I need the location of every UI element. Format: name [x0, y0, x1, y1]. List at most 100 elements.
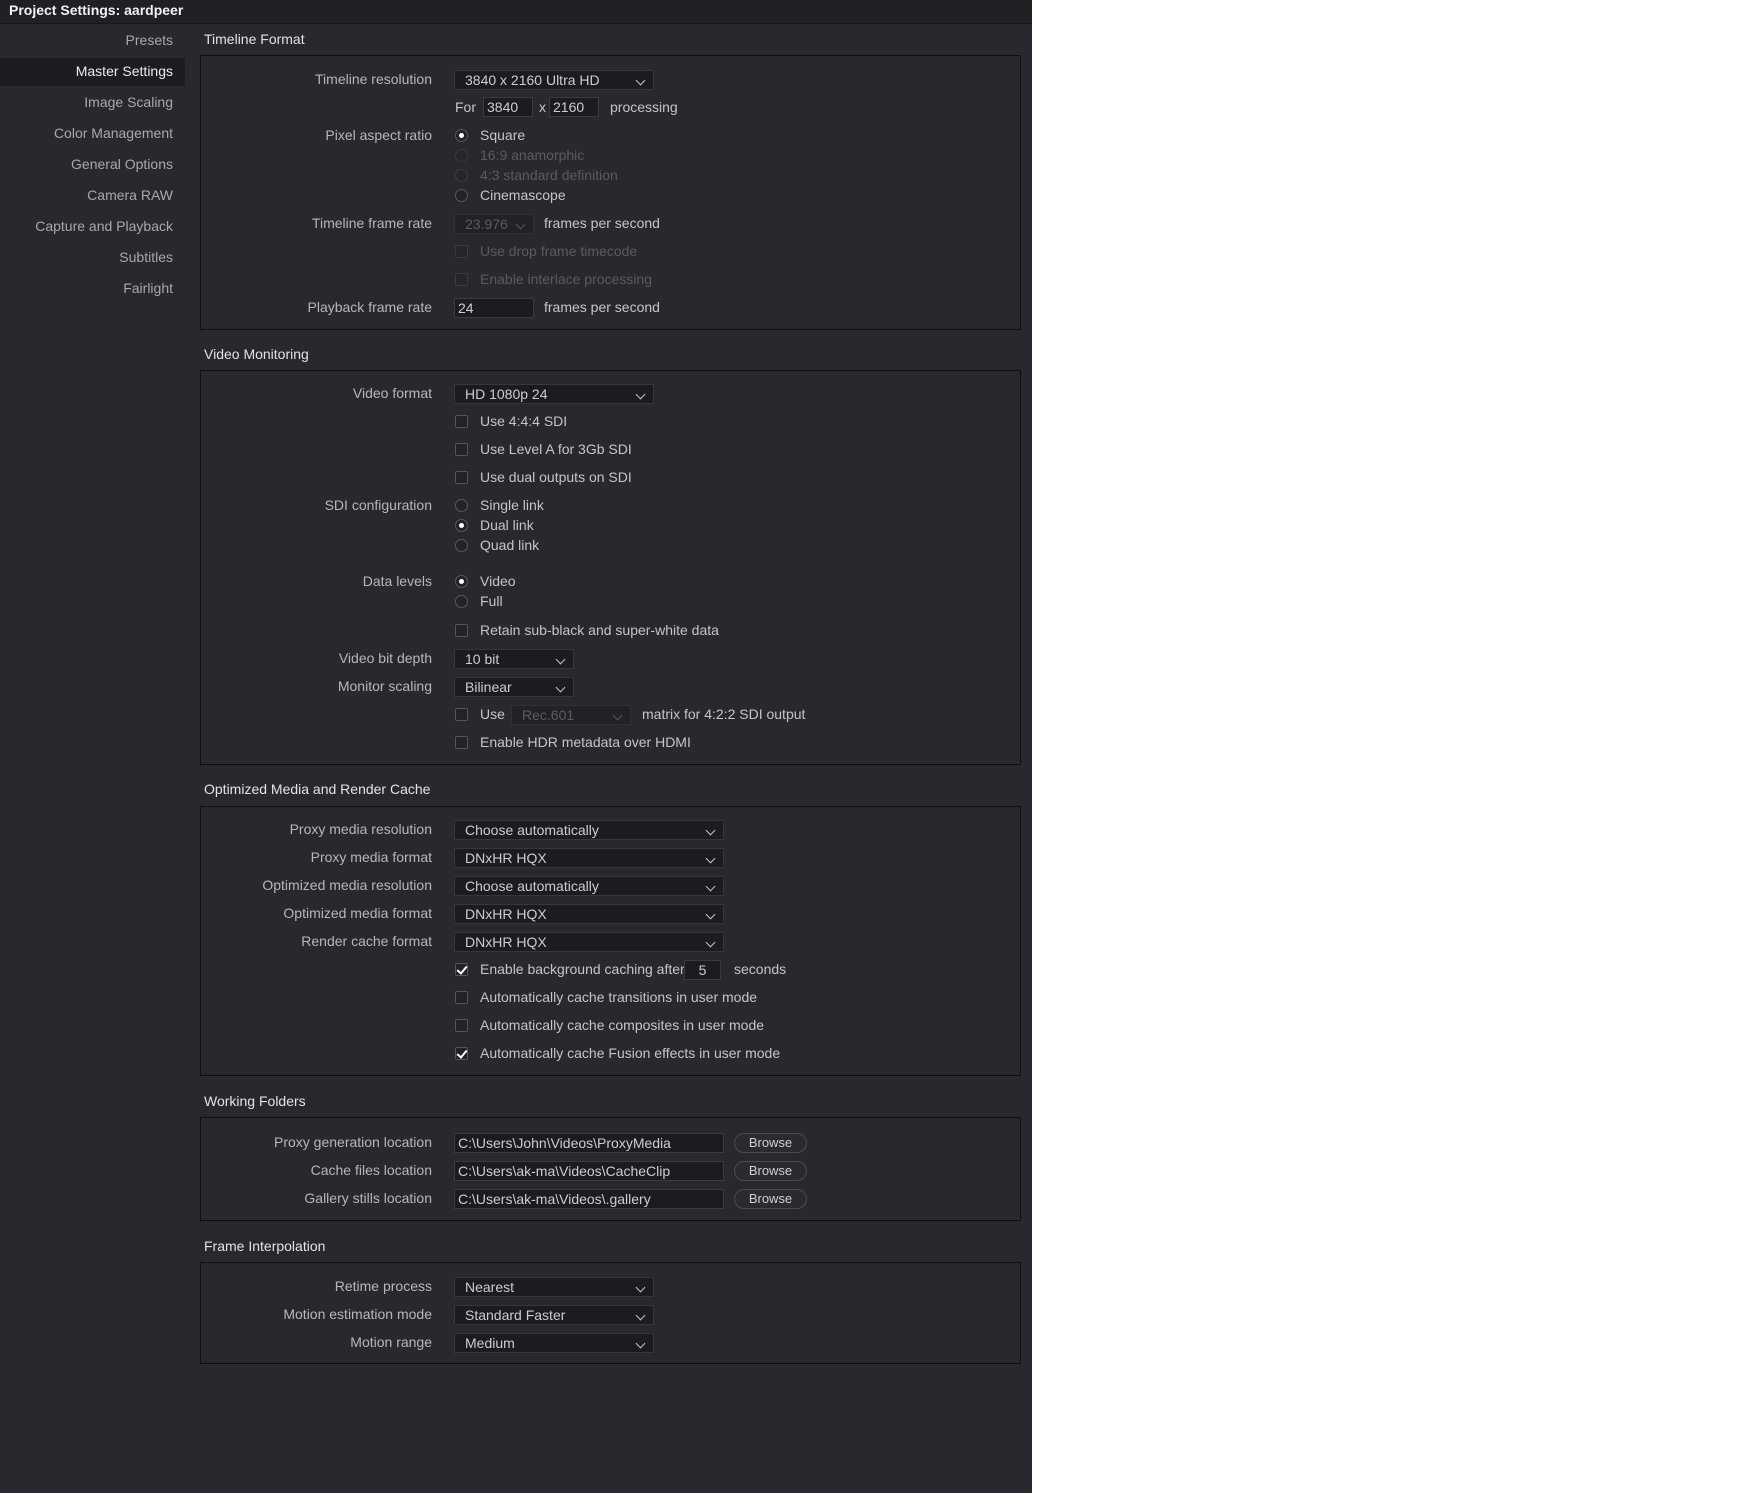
- sidebar-item-master-settings[interactable]: Master Settings: [76, 63, 173, 79]
- sidebar-item-presets[interactable]: Presets: [126, 32, 173, 48]
- dual-outputs-checkbox[interactable]: [455, 471, 468, 484]
- resolution-height-input[interactable]: 2160: [549, 97, 599, 117]
- chevron-down-icon: [705, 853, 716, 864]
- render-cache-format-dropdown[interactable]: DNxHR HQX: [454, 932, 724, 952]
- sidebar-item-capture-and-playback[interactable]: Capture and Playback: [35, 218, 173, 234]
- chevron-down-icon: [635, 389, 646, 400]
- chevron-down-icon: [515, 219, 526, 230]
- cache-transitions-checkbox[interactable]: [455, 991, 468, 1004]
- use-444-sdi-checkbox[interactable]: [455, 415, 468, 428]
- chevron-down-icon: [705, 909, 716, 920]
- timeline-format-group: Timeline resolution 3840 x 2160 Ultra HD…: [200, 55, 1021, 330]
- pixel-aspect-sd-radio[interactable]: [455, 169, 468, 182]
- frame-interpolation-group: Retime process Nearest Motion estimation…: [200, 1262, 1021, 1364]
- cache-files-location-input[interactable]: C:\Users\ak-ma\Videos\CacheClip: [454, 1161, 724, 1181]
- title-bar: Project Settings: aardpeer: [0, 0, 1032, 24]
- use-level-a-checkbox[interactable]: [455, 443, 468, 456]
- cache-files-location-label: Cache files location: [310, 1162, 432, 1178]
- interlace-label: Enable interlace processing: [480, 271, 652, 287]
- video-bit-depth-value: 10 bit: [465, 651, 500, 667]
- processing-label: processing: [610, 99, 678, 115]
- proxy-location-browse-button[interactable]: Browse: [734, 1133, 807, 1153]
- sdi-quad-link-radio[interactable]: [455, 539, 468, 552]
- retain-super-white-label: Retain sub-black and super-white data: [480, 622, 719, 638]
- gallery-location-browse-button[interactable]: Browse: [734, 1189, 807, 1209]
- monitor-scaling-dropdown[interactable]: Bilinear: [454, 677, 574, 697]
- interlace-checkbox[interactable]: [455, 273, 468, 286]
- timeline-resolution-dropdown[interactable]: 3840 x 2160 Ultra HD: [454, 70, 654, 90]
- retain-super-white-checkbox[interactable]: [455, 624, 468, 637]
- cache-fusion-checkbox[interactable]: [455, 1047, 468, 1060]
- use-444-sdi-label: Use 4:4:4 SDI: [480, 413, 568, 429]
- chevron-down-icon: [705, 937, 716, 948]
- pixel-aspect-anamorphic-label: 16:9 anamorphic: [480, 147, 585, 163]
- gallery-stills-location-input[interactable]: C:\Users\ak-ma\Videos\.gallery: [454, 1189, 724, 1209]
- pixel-aspect-cinemascope-label: Cinemascope: [480, 187, 566, 203]
- retime-process-dropdown[interactable]: Nearest: [454, 1277, 654, 1297]
- sidebar-item-subtitles[interactable]: Subtitles: [119, 249, 173, 265]
- video-format-label: Video format: [352, 385, 432, 401]
- pixel-aspect-square-radio[interactable]: [455, 129, 468, 142]
- cache-composites-checkbox[interactable]: [455, 1019, 468, 1032]
- render-cache-format-value: DNxHR HQX: [465, 934, 547, 950]
- for-label: For: [455, 99, 476, 115]
- resolution-width-input[interactable]: 3840: [483, 97, 533, 117]
- proxy-generation-location-input[interactable]: C:\Users\John\Videos\ProxyMedia: [454, 1133, 724, 1153]
- sidebar-item-general-options[interactable]: General Options: [71, 156, 173, 172]
- chevron-down-icon: [635, 1282, 646, 1293]
- use-matrix-checkbox[interactable]: [455, 708, 468, 721]
- use-level-a-label: Use Level A for 3Gb SDI: [480, 441, 632, 457]
- timeline-format-title: Timeline Format: [204, 31, 305, 47]
- frames-per-second-label: frames per second: [544, 215, 660, 231]
- data-levels-video-radio[interactable]: [455, 575, 468, 588]
- hdr-metadata-checkbox[interactable]: [455, 736, 468, 749]
- video-bit-depth-label: Video bit depth: [338, 650, 432, 666]
- motion-range-dropdown[interactable]: Medium: [454, 1333, 654, 1353]
- motion-estimation-mode-dropdown[interactable]: Standard Faster: [454, 1305, 654, 1325]
- sdi-dual-link-label: Dual link: [480, 517, 534, 533]
- data-levels-label: Data levels: [362, 573, 432, 589]
- sidebar-item-fairlight[interactable]: Fairlight: [123, 280, 173, 296]
- cache-location-browse-button[interactable]: Browse: [734, 1161, 807, 1181]
- optimized-media-format-value: DNxHR HQX: [465, 906, 547, 922]
- proxy-media-format-label: Proxy media format: [310, 849, 432, 865]
- sdi-single-link-radio[interactable]: [455, 499, 468, 512]
- pixel-aspect-cinemascope-radio[interactable]: [455, 189, 468, 202]
- proxy-media-format-dropdown[interactable]: DNxHR HQX: [454, 848, 724, 868]
- data-levels-full-label: Full: [480, 593, 503, 609]
- timeline-frame-rate-value: 23.976: [465, 216, 508, 232]
- timeline-frame-rate-dropdown[interactable]: 23.976: [454, 214, 534, 234]
- video-format-dropdown[interactable]: HD 1080p 24: [454, 384, 654, 404]
- video-bit-depth-dropdown[interactable]: 10 bit: [454, 649, 574, 669]
- background-caching-seconds-input[interactable]: 5: [684, 960, 721, 980]
- sidebar-item-image-scaling[interactable]: Image Scaling: [84, 94, 173, 110]
- chevron-down-icon: [612, 710, 623, 721]
- playback-frame-rate-input[interactable]: 24: [454, 298, 534, 318]
- optimized-media-resolution-dropdown[interactable]: Choose automatically: [454, 876, 724, 896]
- proxy-media-resolution-value: Choose automatically: [465, 822, 599, 838]
- sidebar-item-color-management[interactable]: Color Management: [54, 125, 173, 141]
- window-title: Project Settings: aardpeer: [9, 2, 184, 18]
- motion-estimation-mode-value: Standard Faster: [465, 1307, 566, 1323]
- sdi-dual-link-radio[interactable]: [455, 519, 468, 532]
- pixel-aspect-anamorphic-radio[interactable]: [455, 149, 468, 162]
- proxy-media-resolution-dropdown[interactable]: Choose automatically: [454, 820, 724, 840]
- optimized-media-group: Proxy media resolution Choose automatica…: [200, 806, 1021, 1076]
- drop-frame-label: Use drop frame timecode: [480, 243, 638, 259]
- sidebar-item-camera-raw[interactable]: Camera RAW: [87, 187, 173, 203]
- chevron-down-icon: [555, 654, 566, 665]
- proxy-media-format-value: DNxHR HQX: [465, 850, 547, 866]
- frame-interpolation-title: Frame Interpolation: [204, 1238, 326, 1254]
- matrix-dropdown[interactable]: Rec.601: [511, 705, 631, 725]
- optimized-media-format-label: Optimized media format: [283, 905, 432, 921]
- gallery-stills-location-label: Gallery stills location: [304, 1190, 432, 1206]
- cache-composites-label: Automatically cache composites in user m…: [480, 1017, 765, 1033]
- data-levels-full-radio[interactable]: [455, 595, 468, 608]
- cache-fusion-label: Automatically cache Fusion effects in us…: [480, 1045, 781, 1061]
- motion-range-value: Medium: [465, 1335, 515, 1351]
- render-cache-format-label: Render cache format: [301, 933, 432, 949]
- chevron-down-icon: [555, 682, 566, 693]
- optimized-media-format-dropdown[interactable]: DNxHR HQX: [454, 904, 724, 924]
- background-caching-checkbox[interactable]: [455, 963, 468, 976]
- drop-frame-checkbox[interactable]: [455, 245, 468, 258]
